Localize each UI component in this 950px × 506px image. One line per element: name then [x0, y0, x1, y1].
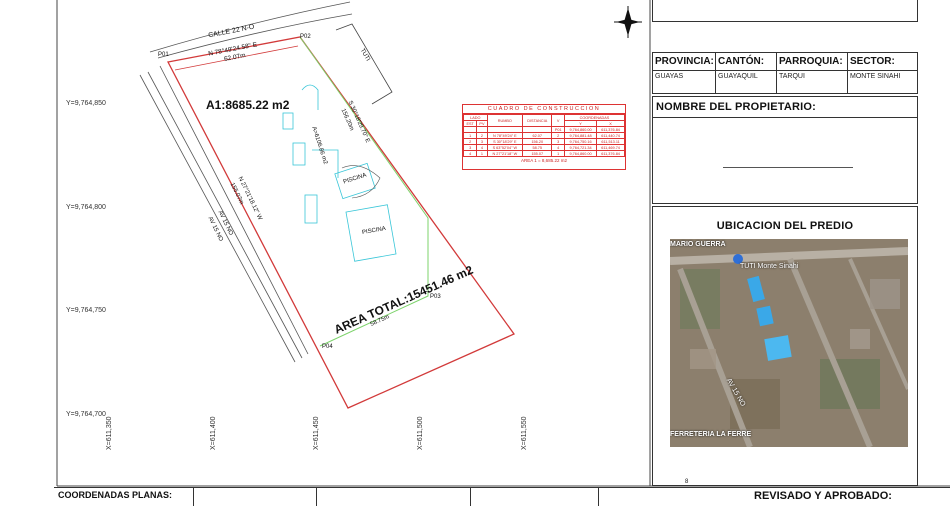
ct-cell: 9,764,860.00: [563, 150, 598, 157]
info-divider: [653, 70, 917, 71]
location-footnote: 8: [685, 479, 689, 485]
parroquia-cell: PARROQUIA: TARQUI: [777, 53, 848, 93]
x-tick-1: X=611,350: [106, 416, 113, 450]
provincia-label: PROVINCIA:: [655, 56, 714, 67]
ct-cell: 155.07: [522, 150, 553, 157]
point-p01-label: P01: [158, 52, 169, 58]
parroquia-value: TARQUI: [779, 73, 805, 80]
ct-header-distancia: DISTANCIA: [522, 114, 553, 127]
parroquia-label: PARROQUIA:: [779, 56, 843, 67]
sector-label: SECTOR:: [850, 56, 895, 67]
x-tick-2: X=611,400: [210, 416, 217, 450]
provincia-cell: PROVINCIA: GUAYAS: [653, 53, 716, 93]
point-p02-label: P02: [300, 34, 311, 40]
footer-divider-2: [316, 488, 317, 506]
map-label-bottom: FERRETERIA LA FERRE: [670, 431, 752, 438]
y-tick-3: Y=9,764,750: [66, 307, 106, 314]
ct-cell: 4: [462, 150, 478, 157]
info-panel: PROVINCIA: GUAYAS CANTÓN: GUAYAQUIL PARR…: [652, 52, 918, 94]
reviewed-label: REVISADO Y APROBADO:: [754, 490, 892, 502]
location-map: MARIO GUERRA TUTI Monte Sinahi AV 15 NO …: [670, 239, 908, 447]
footer-divider-1: [193, 488, 194, 506]
title-block-top: [652, 0, 918, 22]
ct-cell: N 27°21'18" W: [486, 150, 524, 157]
avenue-line-1: [139, 74, 296, 363]
x-tick-3: X=611,450: [313, 416, 320, 450]
map-drawing: [670, 239, 908, 447]
canton-cell: CANTÓN: GUAYAQUIL: [716, 53, 777, 93]
footer-divider-4: [598, 488, 599, 506]
footer-bar: COORDENADAS PLANAS: REVISADO Y APROBADO:: [54, 487, 950, 506]
owner-panel: NOMBRE DEL PROPIETARIO:: [652, 96, 918, 204]
map-label-place: TUTI Monte Sinahi: [740, 263, 799, 270]
table-row: 41N 27°21'18" W 155.07 1 9,764,860.00 611,37…: [462, 150, 625, 157]
canton-label: CANTÓN:: [718, 56, 765, 67]
structure-1: [282, 112, 294, 130]
point-p04-label: P04: [322, 344, 333, 350]
coords-label: COORDENADAS PLANAS:: [58, 490, 173, 500]
footer-divider-3: [470, 488, 471, 506]
neighbor-lot: [335, 23, 393, 105]
structure-path-1: [301, 84, 319, 110]
construction-table-area: AREA 1 = 8,685.22 m2: [521, 158, 567, 163]
structure-2: [292, 142, 306, 166]
sector-value: MONTE SINAHI: [850, 73, 901, 80]
ct-cell: 1: [551, 150, 565, 157]
x-tick-4: X=611,500: [417, 416, 424, 450]
y-tick-4: Y=9,764,700: [66, 411, 106, 418]
avenue-line-2: [147, 71, 303, 359]
canton-value: GUAYAQUIL: [718, 73, 758, 80]
ct-cell: 1: [476, 150, 488, 157]
structure-3: [304, 194, 318, 224]
location-title: UBICACION DEL PREDIO: [716, 220, 854, 232]
owner-label: NOMBRE DEL PROPIETARIO:: [656, 101, 817, 113]
x-tick-5: X=611,550: [521, 416, 528, 450]
ct-cell: 611,376.84: [596, 150, 625, 157]
north-arrow-icon: [614, 6, 642, 38]
signature-line: [723, 167, 853, 168]
area-a1-label: A1:8685.22 m2: [206, 98, 290, 112]
construction-table-grid: LADO RUMBO DISTANCIA V COORDENADAS EST P…: [462, 114, 626, 157]
sector-cell: SECTOR: MONTE SINAHI: [848, 53, 918, 93]
y-tick-1: Y=9,764,850: [66, 100, 106, 107]
map-label-top: MARIO GUERRA: [670, 241, 726, 248]
ct-header-rumbo: RUMBO: [486, 114, 524, 127]
provincia-value: GUAYAS: [655, 73, 684, 80]
construction-table-title: CUADRO DE CONSTRUCCION: [463, 105, 625, 114]
y-tick-2: Y=9,764,800: [66, 204, 106, 211]
owner-divider: [653, 117, 917, 118]
construction-table: CUADRO DE CONSTRUCCION LADO RUMBO DISTAN…: [462, 104, 626, 170]
street-edge-2: [157, 13, 353, 59]
location-panel: UBICACION DEL PREDIO MARIO GUERRA TUTI M…: [652, 206, 918, 486]
ct-header-v: V: [551, 114, 565, 127]
